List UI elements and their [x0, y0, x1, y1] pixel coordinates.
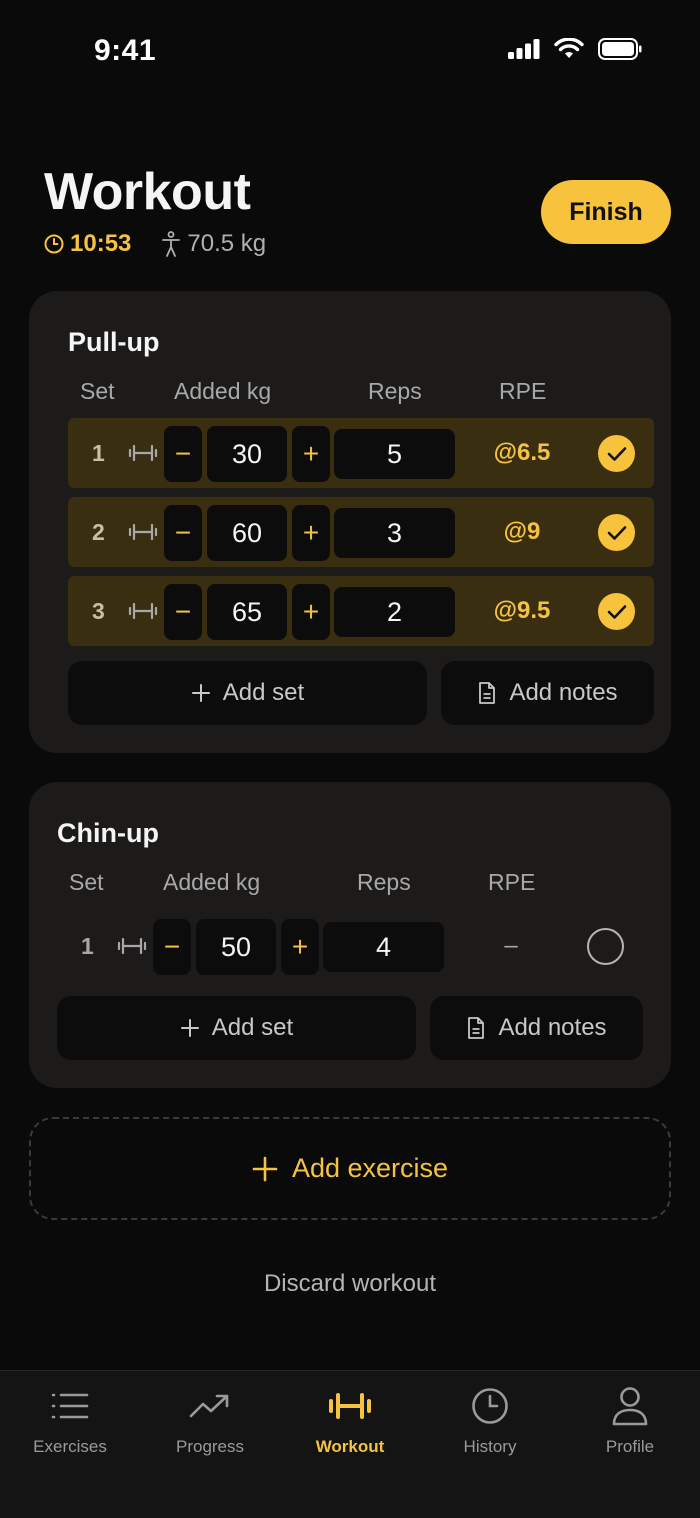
set-number: 1 [81, 933, 94, 959]
discard-workout-button[interactable]: Discard workout [0, 1270, 700, 1298]
reps-input[interactable]: 2 [334, 587, 455, 637]
wifi-icon [554, 38, 584, 58]
exercise-card-chin-up: Chin-up Set Added kg Reps RPE 1 − 50 + 4… [29, 782, 671, 1088]
tab-label: Profile [605, 1437, 655, 1456]
column-reps: Reps [357, 869, 411, 895]
plus-icon [180, 1019, 199, 1037]
add-notes-label: Add notes [498, 1014, 607, 1041]
tab-workout[interactable]: Workout [280, 1371, 420, 1471]
column-reps: Reps [368, 378, 422, 404]
dumbbell-icon [329, 1393, 371, 1419]
trend-icon [189, 1394, 229, 1418]
exercise-card-pull-up: Pull-up Set Added kg Reps RPE 1 − 30 + 5… [29, 291, 671, 753]
check-icon [607, 446, 626, 461]
tab-progress[interactable]: Progress [140, 1371, 280, 1471]
bodyweight: 70.5 kg [161, 230, 266, 258]
status-time: 9:41 [94, 34, 157, 67]
decrease-kg-button[interactable]: − [164, 426, 202, 482]
increase-kg-button[interactable]: + [292, 584, 330, 640]
exercise-name: Chin-up [57, 818, 159, 848]
tab-label: Progress [175, 1437, 245, 1456]
add-exercise-label: Add exercise [291, 1153, 449, 1183]
clock-icon [44, 234, 64, 254]
set-row: 3 − 65 + 2 @9.5 [68, 576, 654, 646]
add-notes-button[interactable]: Add notes [441, 661, 654, 725]
reps-input[interactable]: 4 [323, 922, 444, 972]
column-rpe: RPE [488, 869, 536, 895]
set-number: 3 [92, 598, 105, 624]
set-complete-toggle[interactable] [598, 514, 635, 551]
exercise-name: Pull-up [68, 327, 160, 357]
rpe-value[interactable]: @9 [468, 497, 576, 567]
column-rpe: RPE [499, 378, 547, 404]
workout-meta: 10:53 70.5 kg [44, 230, 266, 258]
page-title: Workout [44, 163, 251, 221]
increase-kg-button[interactable]: + [281, 919, 319, 975]
add-exercise-button[interactable]: Add exercise [29, 1117, 671, 1220]
kg-input[interactable]: 50 [196, 919, 276, 975]
column-added-kg: Added kg [163, 869, 261, 895]
increase-kg-button[interactable]: + [292, 505, 330, 561]
set-number: 1 [92, 440, 105, 466]
set-row: 1 − 50 + 4 – [57, 911, 643, 981]
check-icon [607, 525, 626, 540]
dumbbell-icon [128, 444, 158, 462]
add-set-label: Add set [222, 679, 305, 706]
rpe-value[interactable]: – [457, 911, 565, 981]
column-set: Set [69, 869, 104, 895]
add-set-label: Add set [211, 1014, 294, 1041]
set-row: 1 − 30 + 5 @6.5 [68, 418, 654, 488]
set-complete-toggle[interactable] [587, 928, 624, 965]
increase-kg-button[interactable]: + [292, 426, 330, 482]
set-number: 2 [92, 519, 105, 545]
tab-history[interactable]: History [420, 1371, 560, 1471]
bodyweight-value: 70.5 kg [187, 230, 267, 257]
kg-input[interactable]: 65 [207, 584, 287, 640]
rpe-value[interactable]: @6.5 [468, 418, 576, 488]
reps-input[interactable]: 5 [334, 429, 455, 479]
plus-icon [252, 1156, 278, 1181]
add-set-button[interactable]: Add set [57, 996, 416, 1060]
tab-exercises[interactable]: Exercises [0, 1371, 140, 1471]
document-icon [479, 682, 496, 704]
battery-icon [598, 38, 642, 60]
clock-icon [472, 1388, 508, 1424]
set-complete-toggle[interactable] [598, 593, 635, 630]
person-icon [612, 1387, 648, 1426]
set-row: 2 − 60 + 3 @9 [68, 497, 654, 567]
tab-profile[interactable]: Profile [560, 1371, 700, 1471]
tab-label: Exercises [33, 1437, 107, 1456]
add-notes-button[interactable]: Add notes [430, 996, 643, 1060]
status-bar: 9:41 [0, 0, 700, 100]
rpe-value[interactable]: @9.5 [468, 576, 576, 646]
tab-label: History [463, 1437, 517, 1456]
set-complete-toggle[interactable] [598, 435, 635, 472]
add-set-button[interactable]: Add set [68, 661, 427, 725]
decrease-kg-button[interactable]: − [164, 584, 202, 640]
add-notes-label: Add notes [509, 679, 618, 706]
decrease-kg-button[interactable]: − [153, 919, 191, 975]
person-standing-icon [162, 231, 181, 257]
workout-timer: 10:53 [44, 230, 131, 258]
status-icons [508, 38, 642, 60]
column-set: Set [80, 378, 115, 404]
timer-value: 10:53 [70, 230, 132, 257]
document-icon [468, 1017, 485, 1039]
dumbbell-icon [117, 937, 147, 955]
kg-input[interactable]: 30 [207, 426, 287, 482]
kg-input[interactable]: 60 [207, 505, 287, 561]
decrease-kg-button[interactable]: − [164, 505, 202, 561]
check-icon [607, 604, 626, 619]
plus-icon [191, 684, 210, 702]
signal-icon [508, 39, 540, 59]
tab-label: Workout [315, 1437, 385, 1456]
finish-button[interactable]: Finish [541, 180, 671, 244]
dumbbell-icon [128, 602, 158, 620]
list-icon [51, 1393, 89, 1419]
column-added-kg: Added kg [174, 378, 272, 404]
reps-input[interactable]: 3 [334, 508, 455, 558]
dumbbell-icon [128, 523, 158, 541]
tab-bar: Exercises Progress Workout History Profi… [0, 1370, 700, 1518]
